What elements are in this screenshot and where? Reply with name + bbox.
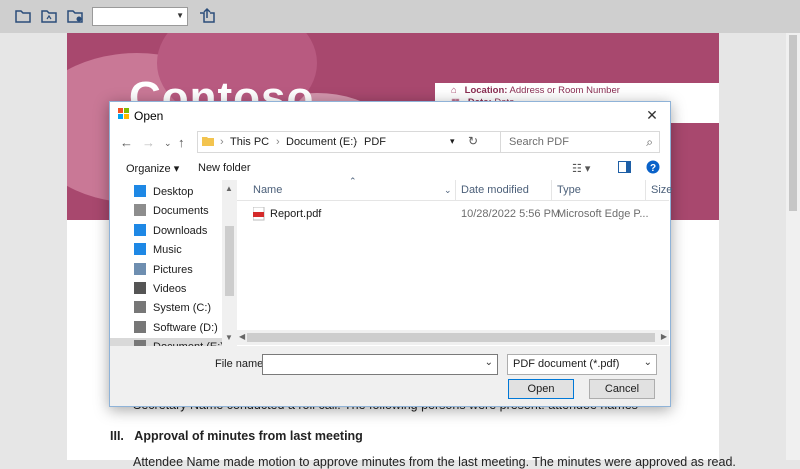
settings-folder-icon[interactable] bbox=[66, 7, 84, 25]
file-date: 10/28/2022 5:56 PM bbox=[461, 208, 561, 220]
nav-item-music[interactable]: Music bbox=[134, 241, 234, 260]
search-input[interactable]: Search PDF ⌕ bbox=[500, 131, 660, 153]
file-name-input[interactable]: ⌄ bbox=[262, 354, 498, 375]
desktop-icon bbox=[134, 185, 146, 197]
scroll-right-icon[interactable]: ▶ bbox=[661, 332, 667, 341]
dialog-title: Open bbox=[134, 109, 164, 123]
app-toolbar: ▼ bbox=[0, 0, 800, 33]
new-folder-button[interactable]: New folder bbox=[198, 162, 251, 174]
svg-text:?: ? bbox=[650, 163, 656, 174]
breadcrumb-sep-icon: › bbox=[220, 136, 224, 148]
close-icon[interactable]: ✕ bbox=[642, 105, 662, 125]
navigation-pane: Desktop Documents Downloads Music Pictures Vi… bbox=[110, 180, 237, 346]
navigation-scrollbar[interactable]: ▲ ▼ bbox=[222, 180, 237, 346]
col-name[interactable]: Name bbox=[253, 184, 282, 196]
file-list-hscrollbar[interactable]: ◀ ▶ bbox=[237, 330, 669, 345]
nav-item-label: Desktop bbox=[153, 186, 194, 198]
nav-item-label: Software (D:) bbox=[153, 321, 218, 334]
search-placeholder: Search PDF bbox=[509, 136, 569, 148]
refresh-icon[interactable]: ↻ bbox=[468, 134, 478, 148]
search-icon: ⌕ bbox=[646, 135, 653, 149]
nav-item-label: Downloads bbox=[153, 224, 208, 237]
location-row: ⌂ Location: Address or Room Number bbox=[451, 85, 620, 96]
toolbar-dropdown[interactable]: ▼ bbox=[92, 7, 188, 26]
file-name-label: File name: bbox=[215, 358, 267, 370]
organize-button[interactable]: Organize ▾ bbox=[126, 162, 179, 175]
breadcrumb-sep-icon: › bbox=[276, 136, 280, 148]
scroll-left-icon[interactable]: ◀ bbox=[239, 332, 245, 341]
dialog-footer: File name: ⌄ PDF document (*.pdf) ⌄ Open… bbox=[110, 346, 670, 406]
nav-item-label: Pictures bbox=[153, 263, 193, 276]
open-dialog: Open ✕ ← → ⌄ ↑ › This PC › Document (E:)… bbox=[109, 101, 672, 407]
chevron-down-icon[interactable]: ⌄ bbox=[485, 357, 493, 368]
col-type[interactable]: Type bbox=[557, 184, 581, 196]
app-icon bbox=[118, 108, 130, 123]
recent-chevron-icon[interactable]: ⌄ bbox=[164, 138, 172, 149]
drive-icon bbox=[134, 301, 146, 314]
nav-item-label: Videos bbox=[153, 283, 187, 295]
file-type: Microsoft Edge P... bbox=[557, 208, 649, 220]
nav-item-pictures[interactable]: Pictures bbox=[134, 261, 234, 280]
breadcrumb-pdf[interactable]: PDF bbox=[364, 136, 386, 148]
sync-folder-icon[interactable] bbox=[40, 7, 58, 25]
help-icon[interactable]: ? bbox=[646, 160, 660, 177]
open-button[interactable]: Open bbox=[508, 379, 574, 399]
column-header: Name ⌃ ⌄ Date modified Type Size bbox=[237, 176, 672, 201]
chevron-down-icon: ▼ bbox=[176, 11, 184, 20]
preview-pane-icon[interactable] bbox=[618, 161, 631, 176]
nav-item-desktop[interactable]: Desktop bbox=[134, 183, 234, 202]
pdf-icon bbox=[252, 206, 265, 224]
chevron-down-icon: ⌄ bbox=[643, 357, 652, 368]
breadcrumb-sep-icon: › bbox=[354, 136, 358, 148]
command-bar: Organize ▾ New folder ☷ ▾ ? bbox=[110, 158, 670, 180]
scroll-thumb[interactable] bbox=[789, 35, 797, 211]
view-options-icon[interactable]: ☷ ▾ bbox=[572, 162, 590, 175]
nav-item-label: Music bbox=[153, 244, 182, 257]
col-size[interactable]: Size bbox=[651, 184, 672, 196]
open-folder-icon[interactable] bbox=[14, 7, 32, 25]
nav-item-downloads[interactable]: Downloads bbox=[134, 222, 234, 241]
home-icon: ⌂ bbox=[451, 85, 457, 96]
breadcrumb-this-pc[interactable]: This PC bbox=[230, 136, 269, 148]
nav-item-software-d[interactable]: Software (D:) bbox=[134, 319, 234, 338]
up-arrow-icon[interactable]: ↑ bbox=[178, 135, 185, 150]
documents-icon bbox=[134, 204, 146, 217]
scroll-thumb[interactable] bbox=[247, 333, 655, 342]
scroll-up-icon[interactable]: ▲ bbox=[225, 184, 233, 193]
videos-icon bbox=[134, 282, 146, 294]
file-type-value: PDF document (*.pdf) bbox=[513, 358, 620, 370]
section-heading: III. Approval of minutes from last meeti… bbox=[110, 429, 363, 443]
music-icon bbox=[134, 243, 146, 256]
document-scrollbar[interactable] bbox=[786, 33, 800, 460]
nav-item-system-c[interactable]: System (C:) bbox=[134, 299, 234, 318]
back-arrow-icon[interactable]: ← bbox=[120, 135, 133, 150]
sort-up-icon: ⌃ bbox=[349, 176, 357, 186]
file-row[interactable]: Report.pdf 10/28/2022 5:56 PM Microsoft … bbox=[237, 204, 669, 224]
downloads-icon bbox=[134, 223, 146, 236]
breadcrumb-document[interactable]: Document (E:) bbox=[286, 136, 357, 148]
filter-chevron-icon[interactable]: ⌄ bbox=[444, 185, 452, 196]
forward-arrow-icon[interactable]: → bbox=[142, 135, 155, 150]
cancel-button[interactable]: Cancel bbox=[589, 379, 655, 399]
nav-item-documents[interactable]: Documents bbox=[134, 202, 234, 221]
address-bar[interactable]: › This PC › Document (E:) › PDF ▾ ↻ bbox=[197, 131, 501, 153]
pictures-icon bbox=[134, 262, 146, 275]
nav-item-label: Documents bbox=[153, 205, 209, 218]
export-icon[interactable] bbox=[198, 7, 216, 25]
address-dropdown-icon[interactable]: ▾ bbox=[450, 136, 455, 147]
nav-item-document-e[interactable]: Document (E:) bbox=[110, 338, 237, 346]
folder-icon bbox=[202, 135, 214, 150]
minutes-text: Attendee Name made motion to approve min… bbox=[133, 455, 736, 469]
scroll-thumb[interactable] bbox=[225, 226, 234, 296]
drive-icon bbox=[134, 320, 146, 333]
nav-item-videos[interactable]: Videos bbox=[134, 280, 234, 299]
file-name: Report.pdf bbox=[270, 208, 322, 220]
scroll-down-icon[interactable]: ▼ bbox=[225, 333, 233, 342]
col-date-modified[interactable]: Date modified bbox=[461, 184, 529, 196]
file-type-select[interactable]: PDF document (*.pdf) ⌄ bbox=[507, 354, 657, 375]
nav-item-label: System (C:) bbox=[153, 302, 212, 315]
